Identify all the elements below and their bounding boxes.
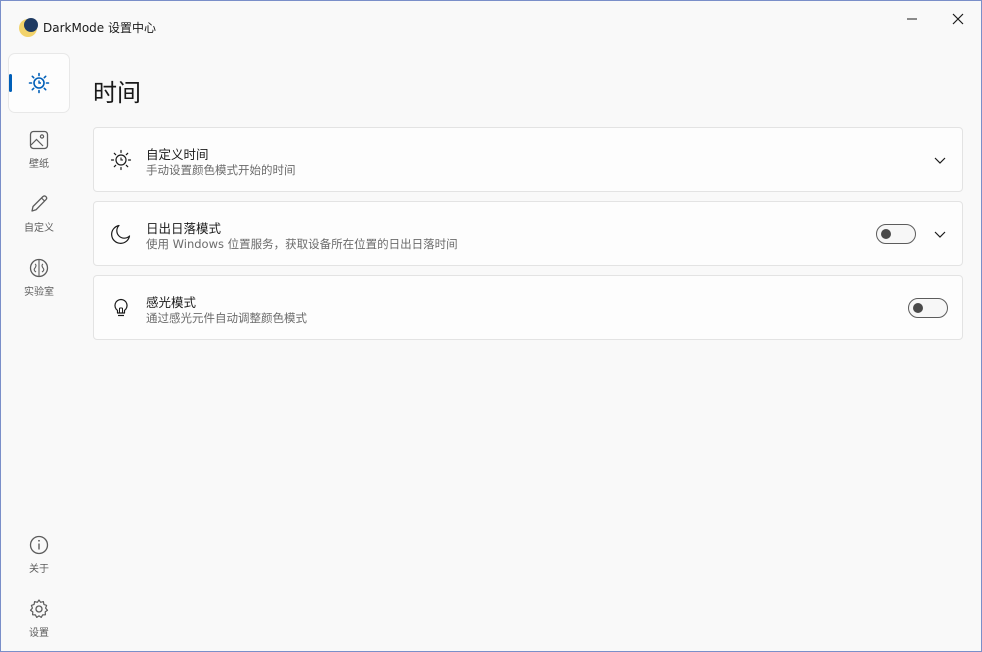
card-title: 感光模式 [146,295,197,310]
card-description: 通过感光元件自动调整颜色模式 [146,311,307,325]
card-description: 手动设置颜色模式开始的时间 [146,163,296,177]
sidebar-item-customize[interactable]: 自定义 [9,184,69,242]
gear-icon [29,598,49,618]
active-indicator [9,74,12,92]
light-sensor-card: 感光模式 通过感光元件自动调整颜色模式 [93,275,963,340]
sidebar-item-label: 壁纸 [29,158,49,170]
toggle-knob [881,229,891,239]
title-bar: DarkMode 设置中心 [1,1,981,47]
close-button[interactable] [935,1,981,37]
close-icon [952,13,964,25]
sun-clock-icon [28,72,50,94]
card-title: 自定义时间 [146,147,209,162]
sunrise-sunset-toggle[interactable] [876,224,916,244]
wallpaper-icon [29,130,49,149]
sunrise-sunset-card[interactable]: 日出日落模式 使用 Windows 位置服务，获取设备所在位置的日出日落时间 [93,201,963,266]
sidebar-item-label: 自定义 [24,222,54,234]
app-window: DarkMode 设置中心 壁纸 自定义 实验室 关于 设置 时间 自定义时间 … [0,0,982,652]
sidebar: 壁纸 自定义 实验室 关于 设置 [1,47,77,651]
info-icon [29,535,49,554]
card-description: 使用 Windows 位置服务，获取设备所在位置的日出日落时间 [146,237,458,251]
custom-time-card[interactable]: 自定义时间 手动设置颜色模式开始的时间 [93,127,963,192]
minimize-icon [907,18,917,20]
lightbulb-icon [114,298,128,317]
sidebar-item-label: 关于 [29,563,49,575]
sidebar-item-wallpaper[interactable]: 壁纸 [9,120,69,178]
sidebar-item-label: 设置 [29,627,49,639]
minimize-button[interactable] [889,1,935,37]
sidebar-item-lab[interactable]: 实验室 [9,248,69,306]
chevron-down-icon[interactable] [932,152,948,168]
sidebar-item-time[interactable] [9,54,69,112]
page-title: 时间 [93,79,141,107]
moon-icon [111,224,131,244]
card-title: 日出日落模式 [146,221,222,236]
light-sensor-toggle[interactable] [908,298,948,318]
app-logo-icon [19,18,38,37]
pen-icon [31,194,48,212]
sidebar-item-about[interactable]: 关于 [9,525,69,583]
chevron-down-icon[interactable] [932,226,948,242]
toggle-knob [913,303,923,313]
brain-icon [29,258,49,277]
sidebar-item-label: 实验室 [24,286,54,298]
sun-clock-icon [110,149,132,171]
sidebar-item-settings[interactable]: 设置 [9,589,69,647]
app-title: DarkMode 设置中心 [43,21,156,35]
